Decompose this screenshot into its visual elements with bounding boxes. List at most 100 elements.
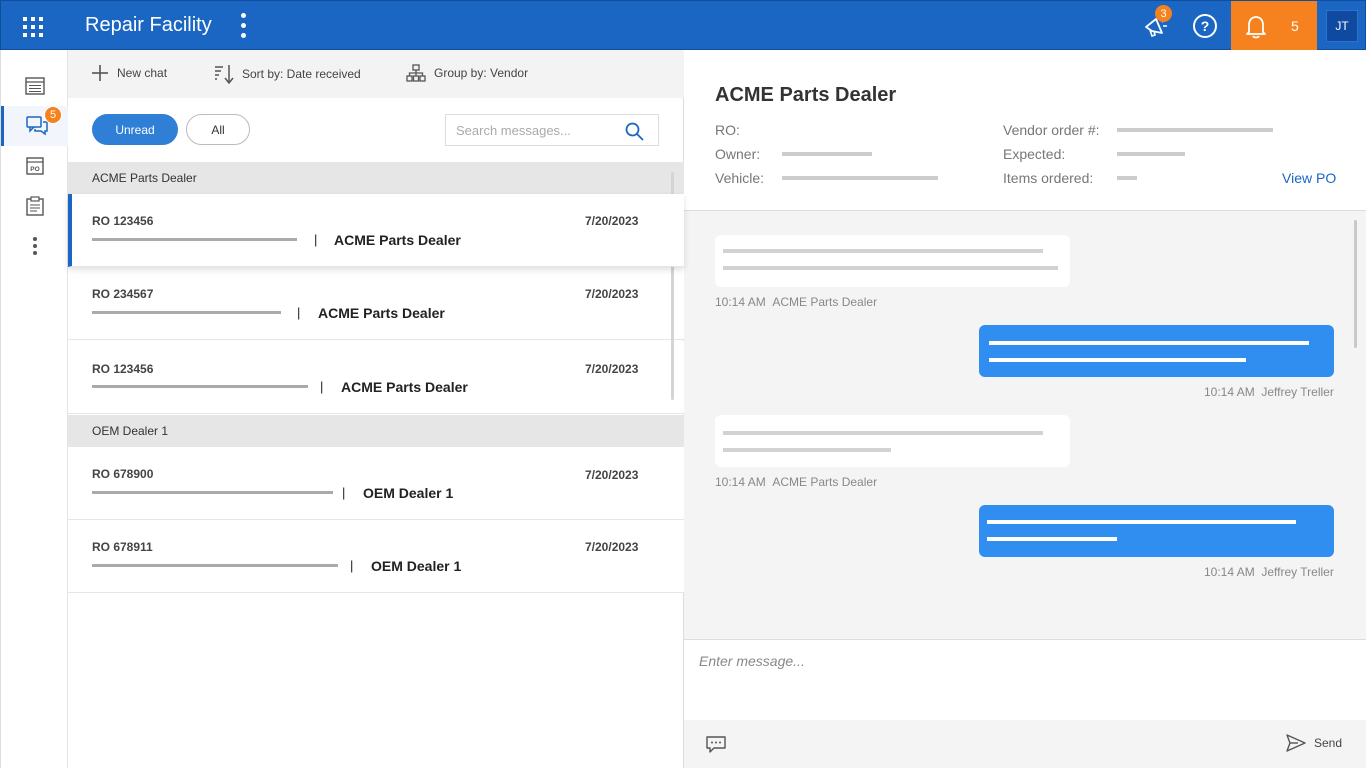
message-time: 10:14 AM (1204, 565, 1255, 579)
group-header: OEM Dealer 1 (68, 415, 684, 447)
left-nav-rail: 5 PO (0, 50, 69, 768)
thread-separator: | (320, 379, 324, 394)
help-button[interactable]: ? (1189, 1, 1221, 51)
group-label: Group by: Vendor (434, 66, 529, 80)
search-input[interactable] (456, 123, 621, 138)
rail-item-list[interactable] (1, 66, 69, 106)
hierarchy-icon (406, 64, 426, 82)
thread-date: 7/20/2023 (585, 540, 639, 554)
top-app-bar: Repair Facility 3 ? 5 JT (0, 0, 1366, 51)
po-icon: PO (26, 157, 44, 175)
thread-preview-placeholder (92, 564, 338, 567)
thread-ro: RO 678911 (92, 540, 153, 554)
new-chat-label: New chat (117, 66, 168, 80)
expected-placeholder (1117, 152, 1185, 156)
app-title: Repair Facility (85, 14, 212, 36)
app-launcher-icon[interactable] (21, 15, 45, 39)
chat-header: ACME Parts Dealer RO: Owner: Vehicle: Ve… (684, 50, 1366, 211)
thread-row[interactable]: RO 123456 7/20/2023 | ACME Parts Dealer (68, 194, 684, 267)
message-input[interactable] (699, 653, 1339, 669)
thread-preview-placeholder (92, 491, 333, 494)
thread-separator: | (314, 232, 318, 247)
thread-separator: | (350, 558, 354, 573)
announcements-badge: 3 (1155, 5, 1172, 22)
rail-more-icon[interactable] (1, 226, 69, 266)
thread-row[interactable]: RO 678911 7/20/2023 | OEM Dealer 1 (68, 520, 684, 593)
owner-value-placeholder (782, 152, 872, 156)
send-icon (1286, 734, 1306, 752)
message-meta: 10:14 AM Jeffrey Treller (1204, 385, 1334, 399)
more-options-icon[interactable] (241, 13, 247, 41)
thread-vendor: OEM Dealer 1 (371, 558, 462, 574)
thread-row[interactable]: RO 678900 7/20/2023 | OEM Dealer 1 (68, 447, 684, 520)
rail-item-purchase-orders[interactable]: PO (1, 146, 69, 186)
user-avatar[interactable]: JT (1326, 10, 1358, 42)
chat-panel: ACME Parts Dealer RO: Owner: Vehicle: Ve… (684, 50, 1366, 768)
thread-preview-placeholder (92, 238, 297, 241)
thread-date: 7/20/2023 (585, 362, 639, 376)
owner-label: Owner: (715, 146, 761, 162)
bell-icon (1246, 16, 1266, 39)
unread-filter-button[interactable]: Unread (92, 114, 178, 145)
sort-icon (215, 65, 234, 84)
group-button[interactable]: Group by: Vendor (406, 64, 528, 82)
thread-ro: RO 234567 (92, 287, 154, 301)
thread-separator: | (342, 485, 346, 500)
outgoing-message (979, 325, 1334, 377)
notifications-button[interactable] (1231, 1, 1317, 51)
thread-row[interactable]: RO 234567 7/20/2023 | ACME Parts Dealer (68, 267, 684, 340)
message-author: Jeffrey Treller (1261, 565, 1334, 579)
thread-list-panel: New chat Sort by: Date received Group by… (68, 50, 684, 768)
search-icon[interactable] (625, 122, 644, 141)
thread-ro: RO 123456 (92, 362, 154, 376)
composer-footer: Send (684, 720, 1366, 768)
announcements-button[interactable]: 3 (1137, 1, 1173, 51)
message-author: Jeffrey Treller (1261, 385, 1334, 399)
message-text-placeholder (723, 249, 1043, 253)
svg-text:?: ? (1201, 18, 1210, 34)
send-button[interactable]: Send (1286, 734, 1342, 752)
message-meta: 10:14 AM ACME Parts Dealer (715, 295, 877, 309)
all-filter-button[interactable]: All (186, 114, 250, 145)
help-icon: ? (1193, 14, 1217, 38)
thread-row[interactable]: RO 123456 7/20/2023 | ACME Parts Dealer (68, 341, 684, 414)
message-text-placeholder (987, 537, 1117, 541)
messages-badge: 5 (44, 106, 62, 124)
list-toolbar: New chat Sort by: Date received Group by… (68, 50, 684, 98)
outgoing-message (979, 505, 1334, 557)
message-author: ACME Parts Dealer (772, 295, 878, 309)
thread-date: 7/20/2023 (585, 214, 639, 228)
chat-scrollbar[interactable] (1354, 220, 1357, 348)
thread-vendor: ACME Parts Dealer (334, 232, 461, 248)
rail-item-messages[interactable]: 5 (1, 106, 69, 146)
message-time: 10:14 AM (1204, 385, 1255, 399)
vendor-order-placeholder (1117, 128, 1273, 132)
vehicle-label: Vehicle: (715, 170, 765, 186)
thread-vendor: OEM Dealer 1 (363, 485, 454, 501)
rail-item-clipboard[interactable] (1, 186, 69, 226)
new-chat-button[interactable]: New chat (91, 64, 167, 82)
thread-preview-placeholder (92, 385, 308, 388)
items-ordered-label: Items ordered: (1003, 170, 1094, 186)
thread-ro: RO 678900 (92, 467, 154, 481)
message-template-icon[interactable] (706, 736, 726, 754)
clipboard-icon (26, 196, 44, 216)
message-time: 10:14 AM (715, 475, 766, 489)
vertical-dots-icon (33, 237, 37, 255)
send-label: Send (1314, 736, 1343, 750)
thread-date: 7/20/2023 (585, 468, 639, 482)
items-ordered-placeholder (1117, 176, 1137, 180)
message-thread: 10:14 AM ACME Parts Dealer 10:14 AM Jeff… (684, 211, 1366, 639)
list-icon (25, 77, 45, 95)
message-text-placeholder (723, 431, 1043, 435)
svg-text:PO: PO (30, 166, 39, 173)
message-composer (684, 639, 1366, 720)
view-po-link[interactable]: View PO (1282, 170, 1336, 186)
message-text-placeholder (723, 266, 1058, 270)
sort-button[interactable]: Sort by: Date received (214, 64, 361, 84)
message-text-placeholder (987, 520, 1296, 524)
thread-vendor: ACME Parts Dealer (341, 379, 468, 395)
notifications-count: 5 (1291, 18, 1299, 34)
incoming-message (715, 235, 1070, 287)
expected-label: Expected: (1003, 146, 1066, 162)
